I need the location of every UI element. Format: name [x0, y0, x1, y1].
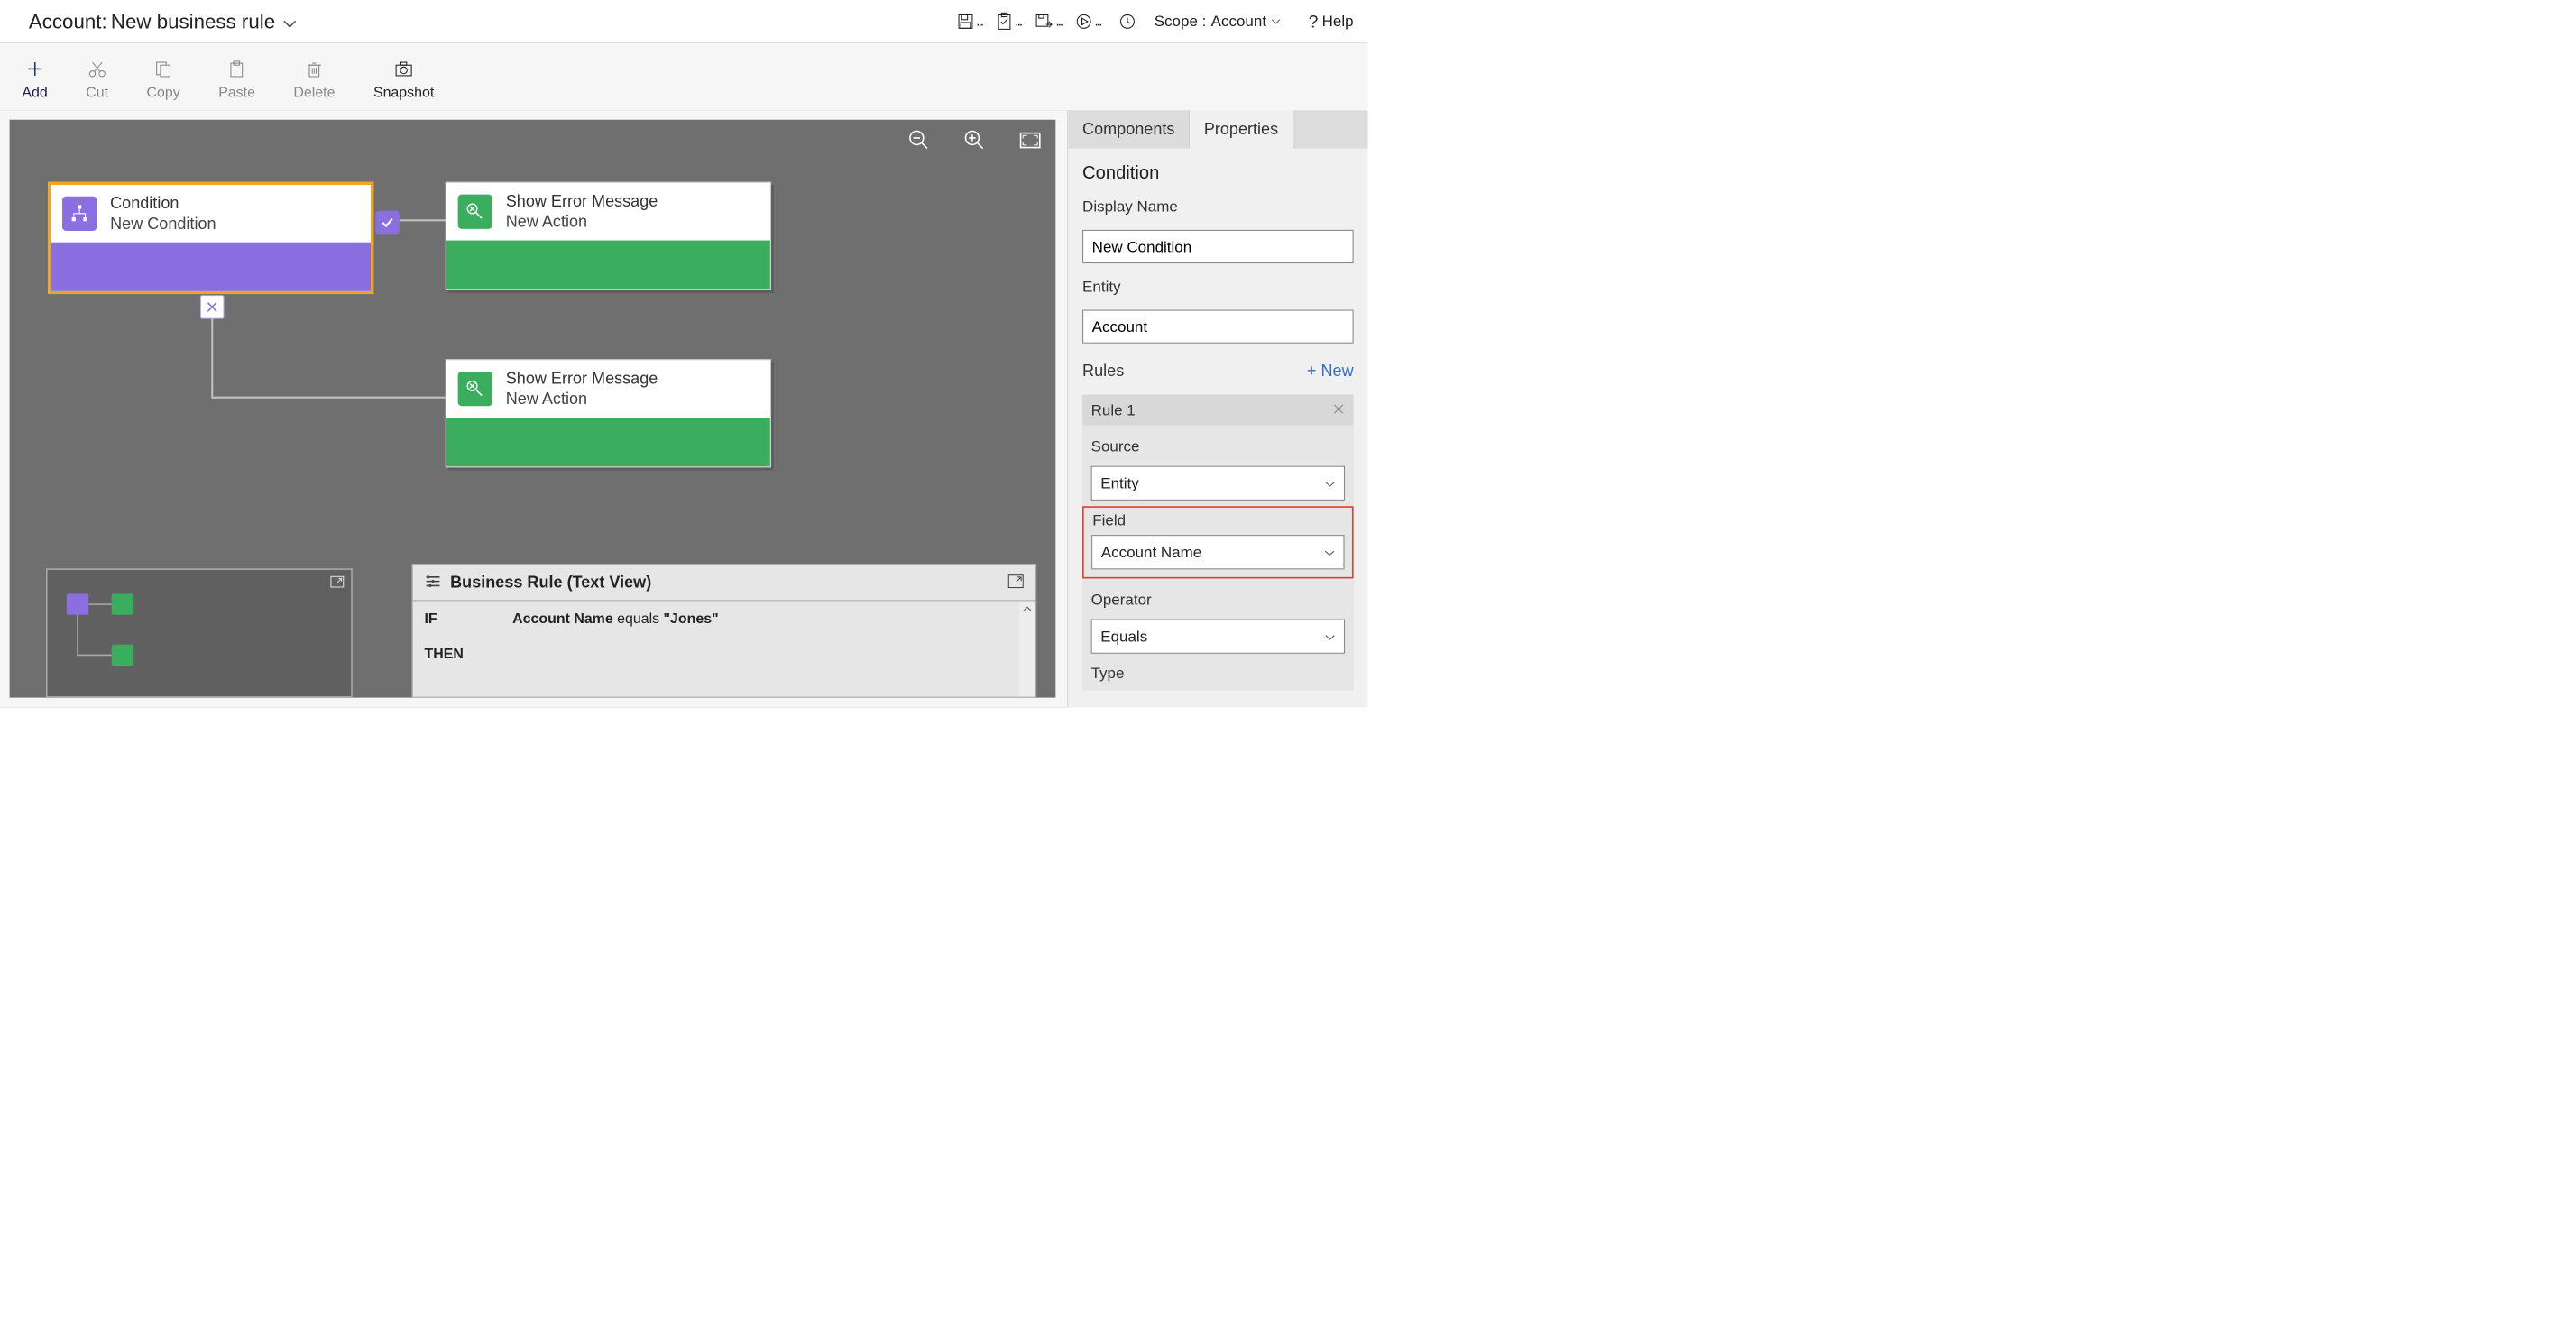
- node-title: Condition: [110, 194, 216, 213]
- scrollbar[interactable]: [1019, 601, 1035, 696]
- chevron-down-icon: [1271, 14, 1281, 28]
- operator-value: Equals: [1100, 628, 1147, 646]
- paste-button[interactable]: Paste: [218, 60, 255, 101]
- type-label: Type: [1091, 664, 1345, 682]
- zoom-out-icon[interactable]: [908, 129, 930, 151]
- clock-icon[interactable]: [1118, 13, 1136, 30]
- field-highlight: Field Account Name: [1082, 506, 1354, 578]
- operator-label: Operator: [1091, 591, 1345, 609]
- validate-icon[interactable]: ...: [996, 12, 1021, 31]
- action-node-2[interactable]: Show Error Message New Action: [446, 359, 771, 467]
- then-label: THEN: [424, 646, 508, 662]
- plus-icon: [25, 60, 44, 78]
- title-rule-name: New business rule: [111, 10, 275, 32]
- properties-heading: Condition: [1082, 163, 1354, 184]
- delete-button[interactable]: Delete: [293, 60, 335, 101]
- text-view-title: Business Rule (Text View): [450, 573, 651, 592]
- toolbar: Add Cut Copy Paste Delete Snapshot: [0, 43, 1368, 110]
- help-label: Help: [1322, 13, 1354, 31]
- chevron-up-icon[interactable]: [1023, 606, 1033, 615]
- source-value: Entity: [1100, 474, 1138, 492]
- node-title: Show Error Message: [506, 369, 658, 388]
- save-as-icon[interactable]: ...: [1035, 13, 1062, 30]
- display-name-label: Display Name: [1082, 198, 1354, 216]
- chevron-down-icon: [1324, 545, 1335, 559]
- rules-label: Rules: [1082, 362, 1124, 381]
- scissors-icon: [87, 60, 106, 78]
- scope-value: Account: [1211, 13, 1266, 31]
- title-bar: Account: New business rule ... ... ... .…: [0, 0, 1368, 43]
- rule-1: Rule 1 Source Entity Field: [1082, 395, 1354, 691]
- chevron-down-icon: [1325, 629, 1336, 643]
- page-title[interactable]: Account: New business rule: [29, 10, 297, 32]
- error-icon: [458, 195, 492, 229]
- cut-button[interactable]: Cut: [86, 60, 108, 101]
- display-name-input[interactable]: [1082, 230, 1354, 263]
- tab-components[interactable]: Components: [1068, 110, 1190, 148]
- if-expression: Account Name equals "Jones": [512, 611, 1035, 627]
- operator-select[interactable]: Equals: [1091, 620, 1345, 654]
- check-icon: [375, 211, 400, 235]
- question-icon: ?: [1309, 11, 1319, 31]
- scope-selector[interactable]: Scope : Account: [1155, 13, 1281, 31]
- chevron-down-icon: [1325, 476, 1336, 491]
- rule-label: Rule 1: [1091, 401, 1136, 419]
- field-label: Field: [1091, 511, 1344, 529]
- fit-screen-icon[interactable]: [1019, 132, 1041, 149]
- text-view-panel: Business Rule (Text View) IF THEN Accoun…: [412, 564, 1036, 698]
- tabs: Components Properties: [1068, 110, 1367, 148]
- node-subtitle: New Action: [506, 213, 658, 232]
- tab-properties[interactable]: Properties: [1190, 110, 1293, 148]
- field-select[interactable]: Account Name: [1091, 535, 1344, 569]
- add-button[interactable]: Add: [22, 60, 47, 101]
- node-subtitle: New Condition: [110, 215, 216, 234]
- source-label: Source: [1091, 437, 1345, 455]
- node-title: Show Error Message: [506, 192, 658, 211]
- chevron-down-icon[interactable]: [283, 15, 297, 32]
- expand-icon[interactable]: [1007, 574, 1024, 591]
- mini-condition: [67, 593, 88, 614]
- error-icon: [458, 372, 492, 406]
- activate-icon[interactable]: ...: [1075, 13, 1100, 30]
- canvas-controls: [908, 129, 1042, 151]
- entity-input[interactable]: [1082, 310, 1354, 344]
- action-node-1[interactable]: Show Error Message New Action: [446, 182, 771, 290]
- canvas[interactable]: Condition New Condition Show Error Messa…: [0, 110, 1067, 707]
- text-view-icon: [424, 574, 441, 591]
- camera-icon: [394, 60, 413, 78]
- close-icon[interactable]: [1332, 401, 1345, 419]
- copy-icon: [154, 60, 173, 78]
- title-entity-label: Account:: [29, 10, 107, 32]
- mini-action-2: [112, 645, 133, 666]
- add-rule-button[interactable]: + New: [1307, 362, 1354, 381]
- copy-button[interactable]: Copy: [147, 60, 180, 101]
- snapshot-button[interactable]: Snapshot: [373, 60, 434, 101]
- paste-icon: [227, 60, 246, 78]
- help-button[interactable]: ? Help: [1309, 11, 1354, 31]
- minimap-expand-icon[interactable]: [330, 575, 345, 590]
- mini-action-1: [112, 593, 133, 614]
- properties-panel: Components Properties Condition Display …: [1067, 110, 1367, 707]
- save-icon[interactable]: ...: [957, 13, 982, 30]
- trash-icon: [305, 60, 324, 78]
- source-select[interactable]: Entity: [1091, 466, 1345, 501]
- if-label: IF: [424, 611, 508, 627]
- node-footer: [51, 243, 371, 291]
- condition-icon: [62, 197, 97, 231]
- scope-label: Scope :: [1155, 13, 1207, 31]
- node-footer: [446, 241, 770, 289]
- topbar-actions: ... ... ... ... Scope : Account ? Help: [957, 11, 1354, 31]
- x-icon: [200, 295, 225, 319]
- entity-label: Entity: [1082, 278, 1354, 296]
- zoom-in-icon[interactable]: [963, 129, 985, 151]
- node-footer: [446, 418, 770, 466]
- minimap-canvas: [67, 593, 162, 680]
- condition-node[interactable]: Condition New Condition: [48, 182, 373, 294]
- minimap[interactable]: [46, 568, 353, 697]
- field-value: Account Name: [1101, 543, 1201, 561]
- rule-header[interactable]: Rule 1: [1082, 395, 1354, 426]
- node-subtitle: New Action: [506, 390, 658, 409]
